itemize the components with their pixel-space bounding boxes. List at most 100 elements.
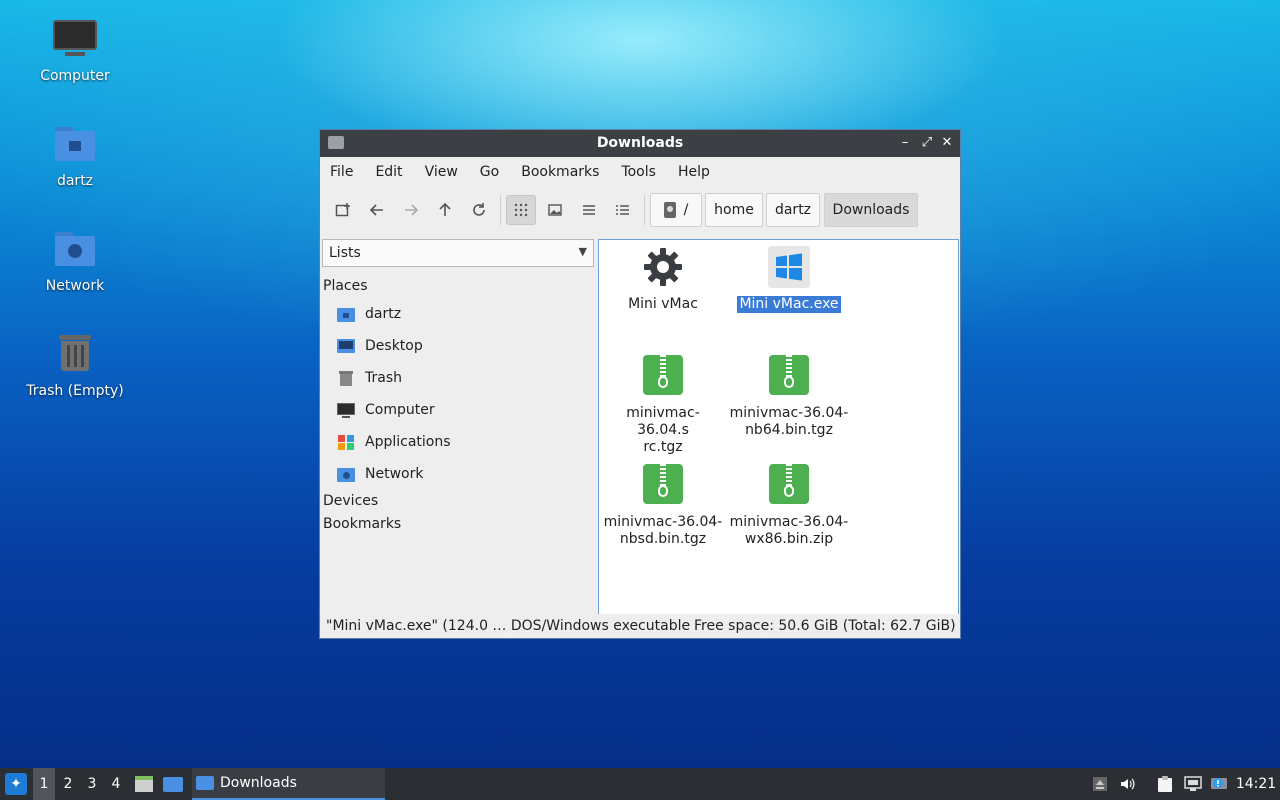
breadcrumb-dartz[interactable]: dartz xyxy=(766,193,820,227)
up-icon xyxy=(439,202,451,216)
file-name-line2: nb64.bin.tgz xyxy=(745,422,833,438)
forward-icon xyxy=(405,204,419,216)
desktop-icon xyxy=(163,776,183,792)
menu-bookmarks[interactable]: Bookmarks xyxy=(521,164,599,180)
archive-icon xyxy=(768,355,810,397)
file-manager-launcher[interactable] xyxy=(132,768,156,800)
breadcrumb-root-label: / xyxy=(683,202,689,218)
computer-icon xyxy=(337,402,355,418)
home-folder-icon xyxy=(337,306,355,322)
sidebar-mode-select[interactable]: Lists ▼ xyxy=(322,239,594,267)
file-item[interactable]: minivmac-36.04- wx86.bin.zip xyxy=(729,464,849,548)
sidebar-item-network[interactable]: Network xyxy=(337,461,423,487)
toolbar-separator xyxy=(644,195,645,225)
breadcrumb-downloads[interactable]: Downloads xyxy=(824,193,918,227)
sidebar-item-desktop[interactable]: Desktop xyxy=(337,333,423,359)
back-icon xyxy=(369,204,383,216)
file-name-line1: minivmac-36.04- xyxy=(729,514,849,530)
maximize-button[interactable]: ⤢ xyxy=(918,134,936,152)
sidebar-header-bookmarks[interactable]: Bookmarks xyxy=(323,516,401,532)
file-name-line2: nbsd.bin.tgz xyxy=(619,531,707,547)
breadcrumb-downloads-label: Downloads xyxy=(832,202,910,218)
file-manager-window: Downloads – ⤢ ✕ File Edit View Go Bookma… xyxy=(319,129,961,639)
workspace-4[interactable]: 4 xyxy=(105,768,127,800)
show-desktop-button[interactable] xyxy=(160,768,186,800)
eject-icon xyxy=(1093,777,1107,791)
workspace-2[interactable]: 2 xyxy=(57,768,79,800)
eject-button[interactable] xyxy=(1090,768,1110,800)
close-button[interactable]: ✕ xyxy=(938,134,956,152)
desktop-icon-label: Computer xyxy=(40,68,110,84)
sidebar-item-applications[interactable]: Applications xyxy=(337,429,451,455)
new-tab-icon xyxy=(335,203,350,217)
thumbnail-view-button[interactable] xyxy=(540,195,570,225)
file-item-selected[interactable]: Mini vMac.exe xyxy=(729,246,849,314)
sidebar-item-label: Network xyxy=(365,466,424,482)
clipboard-button[interactable] xyxy=(1154,768,1176,800)
volume-button[interactable] xyxy=(1116,768,1138,800)
drive-icon xyxy=(663,202,676,218)
file-item[interactable]: Mini vMac xyxy=(603,246,723,313)
archive-icon xyxy=(768,464,810,506)
sidebar-header-places[interactable]: Places xyxy=(323,278,368,294)
clock[interactable]: 14:21 xyxy=(1234,768,1278,800)
sidebar-mode-value: Lists xyxy=(329,245,361,261)
desktop-icon-dartz[interactable]: dartz xyxy=(20,121,130,189)
file-name: Mini vMac.exe xyxy=(736,295,842,314)
minimize-button[interactable]: – xyxy=(896,134,914,152)
desktop-icon xyxy=(337,338,355,354)
task-button-downloads[interactable]: Downloads xyxy=(192,768,385,800)
file-view[interactable]: Mini vMac Mini vMac.exe minivmac-36.04.s… xyxy=(598,239,959,615)
task-label: Downloads xyxy=(220,775,297,791)
workspace-label: 3 xyxy=(87,776,97,792)
file-name-line2: rc.tgz xyxy=(643,439,683,455)
sidebar-item-label: Trash xyxy=(365,370,402,386)
status-selection: "Mini vMac.exe" (124.0 … DOS/Windows exe… xyxy=(326,618,691,634)
file-item[interactable]: minivmac-36.04- nb64.bin.tgz xyxy=(729,355,849,439)
workspace-1[interactable]: 1 xyxy=(33,768,55,800)
start-menu-button[interactable]: ✦ xyxy=(3,768,29,800)
archive-icon xyxy=(642,355,684,397)
title-bar[interactable]: Downloads – ⤢ ✕ xyxy=(320,130,960,157)
icon-view-button[interactable] xyxy=(506,195,536,225)
workspace-3[interactable]: 3 xyxy=(81,768,103,800)
back-button[interactable] xyxy=(362,195,392,225)
taskbar: ✦ 1 2 3 4 Downloads 14:21 xyxy=(0,768,1280,800)
desktop-icon-label: Network xyxy=(45,278,105,294)
reload-button[interactable] xyxy=(464,195,494,225)
archive-icon xyxy=(642,464,684,506)
network-folder-icon xyxy=(337,466,355,482)
network-status-button[interactable] xyxy=(1182,768,1204,800)
compact-view-button[interactable] xyxy=(574,195,604,225)
up-button[interactable] xyxy=(430,195,460,225)
forward-button[interactable] xyxy=(396,195,426,225)
detailed-view-button[interactable] xyxy=(608,195,638,225)
sidebar-item-computer[interactable]: Computer xyxy=(337,397,435,423)
menu-file[interactable]: File xyxy=(330,164,353,180)
volume-icon xyxy=(1121,778,1135,790)
menu-help[interactable]: Help xyxy=(678,164,710,180)
file-item[interactable]: minivmac-36.04.s rc.tgz xyxy=(603,355,723,456)
desktop-icon-trash[interactable]: Trash (Empty) xyxy=(20,331,130,399)
file-name-line1: minivmac-36.04- xyxy=(729,405,849,421)
menu-edit[interactable]: Edit xyxy=(375,164,402,180)
updates-button[interactable] xyxy=(1208,768,1230,800)
menu-tools[interactable]: Tools xyxy=(621,164,656,180)
sidebar-item-trash[interactable]: Trash xyxy=(337,365,402,391)
breadcrumb-root[interactable]: / xyxy=(650,193,702,227)
sidebar-header-devices[interactable]: Devices xyxy=(323,493,378,509)
status-free-space: Free space: 50.6 GiB (Total: 62.7 GiB) xyxy=(694,618,956,634)
desktop-icon-computer[interactable]: Computer xyxy=(20,16,130,84)
desktop-icon-network[interactable]: Network xyxy=(20,226,130,294)
new-tab-button[interactable] xyxy=(328,195,358,225)
menu-view[interactable]: View xyxy=(425,164,458,180)
sidebar-item-label: Applications xyxy=(365,434,451,450)
file-manager-icon xyxy=(135,776,153,792)
sidebar-item-dartz[interactable]: dartz xyxy=(337,301,401,327)
network-wired-icon xyxy=(1184,776,1202,791)
workspace-label: 2 xyxy=(63,776,73,792)
breadcrumb-home[interactable]: home xyxy=(705,193,763,227)
file-item[interactable]: minivmac-36.04- nbsd.bin.tgz xyxy=(603,464,723,548)
folder-icon xyxy=(196,776,214,790)
menu-go[interactable]: Go xyxy=(480,164,499,180)
